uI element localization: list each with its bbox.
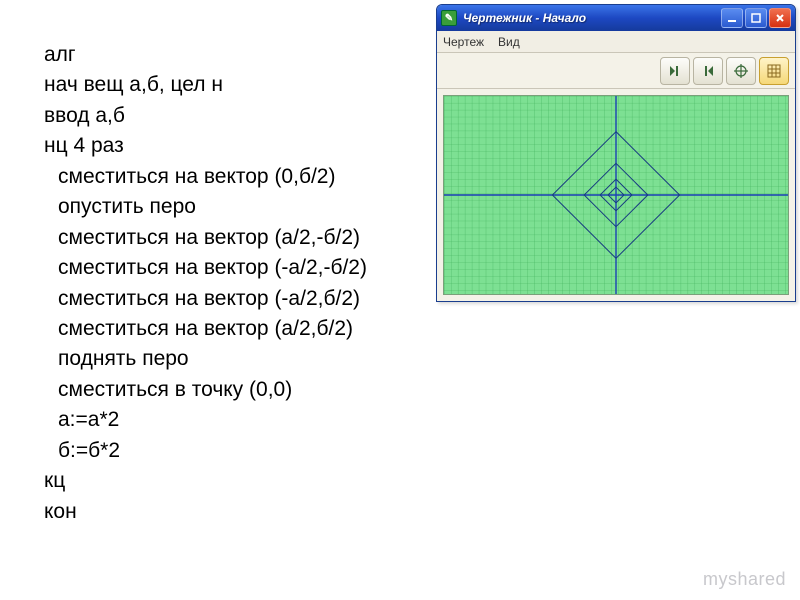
code-line: алг	[44, 40, 367, 70]
code-line: сместиться на вектор (-а/2,-б/2)	[44, 253, 367, 283]
close-button[interactable]	[769, 8, 791, 28]
drawing-canvas[interactable]	[443, 95, 789, 295]
close-icon	[775, 13, 785, 23]
skip-forward-icon	[667, 63, 683, 79]
code-line: сместиться на вектор (0,б/2)	[44, 162, 367, 192]
skip-forward-button[interactable]	[660, 57, 690, 85]
skip-back-button[interactable]	[693, 57, 723, 85]
crosshair-icon	[733, 63, 749, 79]
grid-icon	[766, 63, 782, 79]
menu-view[interactable]: Вид	[498, 35, 520, 49]
toolbar	[437, 53, 795, 89]
code-line: сместиться в точку (0,0)	[44, 375, 367, 405]
window-controls	[721, 8, 791, 28]
grid-toggle-button[interactable]	[759, 57, 789, 85]
window-title: Чертежник - Начало	[463, 11, 721, 25]
minimize-button[interactable]	[721, 8, 743, 28]
code-line: кон	[44, 497, 367, 527]
canvas-area	[437, 89, 795, 301]
code-line: опустить перо	[44, 192, 367, 222]
code-line: поднять перо	[44, 344, 367, 374]
canvas-svg	[444, 96, 788, 294]
code-line: ввод а,б	[44, 101, 367, 131]
code-line: б:=б*2	[44, 436, 367, 466]
watermark: myshared	[703, 569, 786, 590]
app-icon: ✎	[441, 10, 457, 26]
menubar: Чертеж Вид	[437, 31, 795, 53]
code-line: сместиться на вектор (-а/2,б/2)	[44, 284, 367, 314]
code-line: нц 4 раз	[44, 131, 367, 161]
algorithm-code-block: алгнач вещ а,б, цел нввод а,бнц 4 разсме…	[44, 40, 367, 527]
drawer-app-window: ✎ Чертежник - Начало Чертеж Вид	[436, 4, 796, 302]
maximize-icon	[751, 13, 761, 23]
minimize-icon	[727, 13, 737, 23]
code-line: а:=а*2	[44, 405, 367, 435]
code-line: сместиться на вектор (а/2,-б/2)	[44, 223, 367, 253]
menu-drawing[interactable]: Чертеж	[443, 35, 484, 49]
code-line: нач вещ а,б, цел н	[44, 70, 367, 100]
maximize-button[interactable]	[745, 8, 767, 28]
reset-view-button[interactable]	[726, 57, 756, 85]
code-line: кц	[44, 466, 367, 496]
titlebar[interactable]: ✎ Чертежник - Начало	[437, 5, 795, 31]
skip-back-icon	[700, 63, 716, 79]
code-line: сместиться на вектор (а/2,б/2)	[44, 314, 367, 344]
